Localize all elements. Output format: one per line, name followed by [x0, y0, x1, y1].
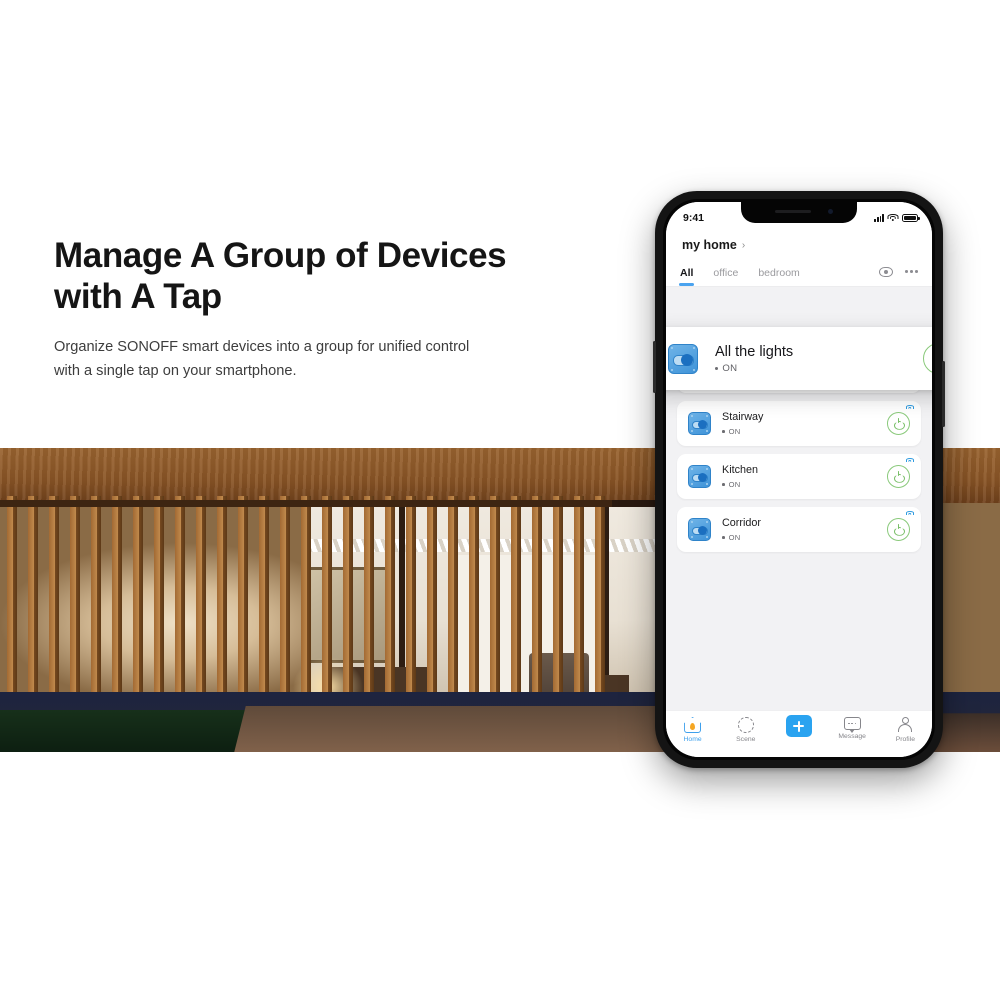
nav-label-scene: Scene	[736, 736, 756, 743]
device-status: ON	[722, 427, 887, 436]
bottom-navigation-bar: Home Scene Message Profile	[666, 710, 932, 757]
device-status: ON	[722, 533, 887, 542]
add-icon[interactable]	[785, 715, 812, 737]
status-dot	[722, 429, 725, 433]
more-options-icon[interactable]	[905, 270, 918, 273]
wifi-icon	[887, 213, 899, 222]
table-row[interactable]: Stairway ON	[677, 401, 921, 446]
featured-card-text: All the lights ON	[715, 343, 923, 374]
battery-icon	[902, 213, 920, 222]
page-title: Manage A Group of Devices with A Tap	[54, 236, 507, 316]
room-tab-bar: All office bedroom	[666, 260, 932, 287]
earpiece-speaker	[775, 210, 811, 213]
table-row[interactable]: Corridor ON	[677, 507, 921, 552]
device-text: Kitchen ON	[722, 464, 887, 489]
smart-switch-icon	[688, 465, 711, 488]
wifi-status-icon	[906, 511, 914, 517]
nav-item-profile[interactable]: Profile	[880, 717, 930, 743]
device-text: Stairway ON	[722, 411, 887, 436]
status-badge: ON	[728, 532, 741, 542]
device-text: Corridor ON	[722, 517, 887, 542]
status-time: 9:41	[683, 211, 705, 224]
group-name: All the lights	[715, 343, 794, 360]
home-icon	[684, 717, 702, 733]
profile-icon	[897, 717, 913, 733]
nav-item-add[interactable]	[774, 715, 824, 740]
nav-item-scene[interactable]: Scene	[721, 717, 771, 743]
smart-switch-icon	[668, 343, 698, 374]
hero-subtitle: Organize SONOFF smart devices into a gro…	[54, 339, 470, 379]
group-status: ON	[715, 363, 923, 374]
status-dot	[722, 535, 725, 539]
phone-notch	[741, 202, 857, 223]
smart-switch-icon	[688, 412, 711, 435]
power-toggle-button[interactable]	[887, 518, 910, 541]
nav-item-message[interactable]: Message	[827, 717, 877, 740]
nav-label-profile: Profile	[895, 736, 915, 743]
app-header[interactable]: my home ›	[666, 229, 932, 260]
tab-all[interactable]: All	[678, 263, 695, 286]
front-camera	[828, 209, 833, 214]
device-name: Stairway	[722, 411, 764, 424]
phone-mockup: 9:41 my home › All office bedroom Stairw…	[653, 191, 945, 768]
wifi-status-icon	[906, 405, 914, 411]
phone-bezel: 9:41 my home › All office bedroom Stairw…	[663, 199, 935, 760]
status-dot	[722, 482, 725, 486]
vertical-wood-slats	[0, 496, 612, 708]
status-icon-group	[874, 213, 920, 222]
chevron-right-icon: ›	[741, 239, 746, 251]
cellular-signal-icon	[874, 214, 884, 222]
tab-bedroom[interactable]: bedroom	[758, 263, 799, 286]
hero-copy-block: Manage A Group of Devices with A Tap Org…	[54, 236, 574, 383]
status-badge: ON	[728, 479, 741, 489]
device-name: Kitchen	[722, 464, 759, 477]
power-toggle-button[interactable]	[887, 412, 910, 435]
message-icon	[843, 717, 861, 733]
featured-group-card[interactable]: All the lights ON	[666, 327, 932, 390]
tab-action-group	[879, 266, 918, 283]
tab-office[interactable]: office	[713, 263, 738, 286]
smart-switch-icon	[688, 518, 711, 541]
scene-icon	[737, 717, 754, 733]
eye-icon[interactable]	[879, 266, 894, 277]
nav-item-home[interactable]: Home	[668, 717, 718, 743]
status-badge: ON	[728, 426, 741, 436]
table-row[interactable]: Kitchen ON	[677, 454, 921, 499]
nav-label-home: Home	[683, 736, 702, 743]
phone-screen: 9:41 my home › All office bedroom Stairw…	[666, 202, 932, 757]
power-toggle-button[interactable]	[887, 465, 910, 488]
slat-top-rail	[0, 500, 612, 507]
nav-label-message: Message	[838, 733, 866, 740]
status-badge: ON	[722, 363, 738, 375]
power-toggle-button[interactable]	[923, 343, 932, 374]
device-name: Corridor	[722, 517, 761, 530]
wifi-status-icon	[906, 458, 914, 464]
status-dot	[715, 366, 719, 371]
device-status: ON	[722, 480, 887, 489]
home-name-label: my home	[682, 238, 737, 252]
